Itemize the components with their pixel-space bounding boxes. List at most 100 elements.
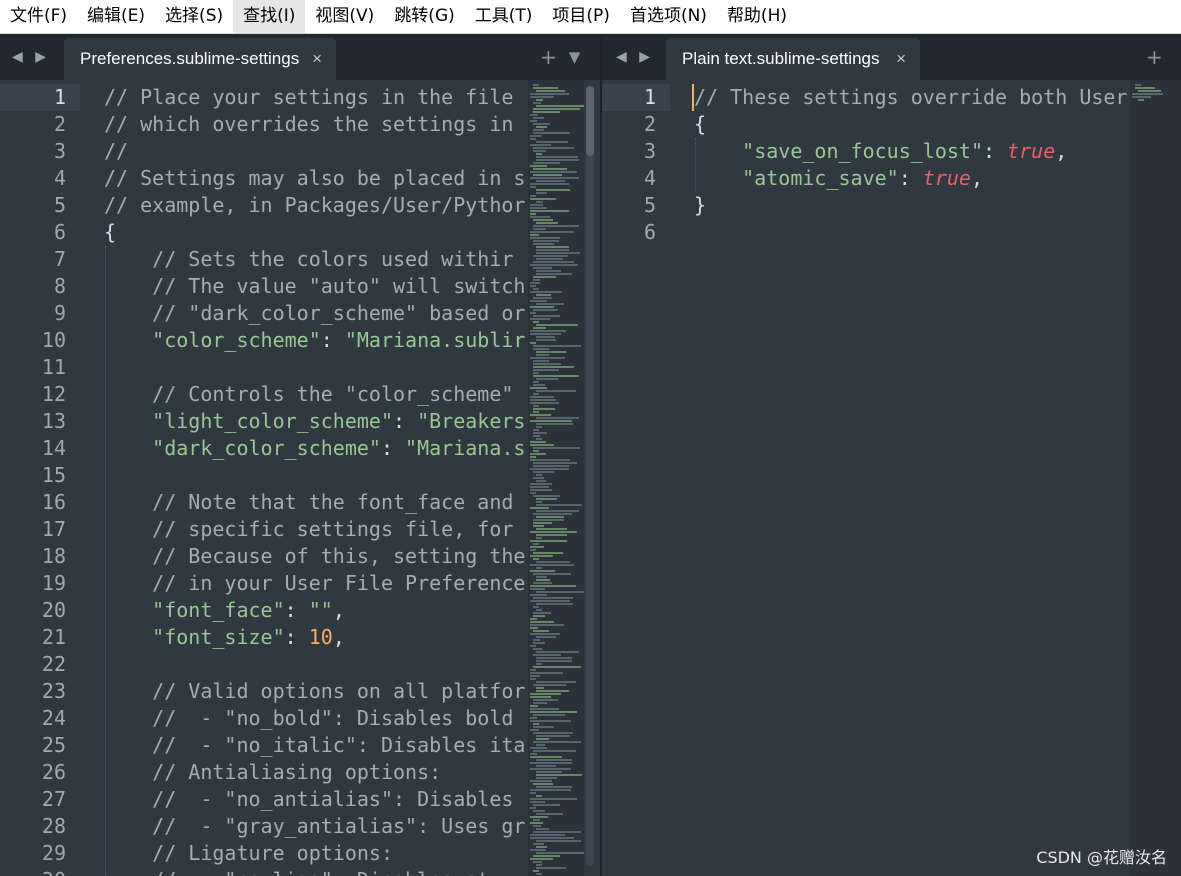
menu-item[interactable]: 文件(F) <box>0 0 77 33</box>
menu-item[interactable]: 帮助(H) <box>717 0 797 33</box>
tab-scroll-arrows-icon[interactable]: ◀ ▶ <box>12 34 50 80</box>
code-line: // Valid options on all platfor <box>104 678 525 705</box>
scrollbar-thumb[interactable] <box>586 86 594 156</box>
minimap-line <box>530 549 536 551</box>
line-number: 15 <box>41 463 66 487</box>
minimap-line <box>530 708 559 710</box>
code-line: // These settings override both User <box>694 84 1127 111</box>
minimap-line <box>530 531 577 533</box>
code-token: { <box>104 220 117 244</box>
new-tab-icon[interactable]: + <box>540 45 557 69</box>
minimap[interactable] <box>528 80 584 876</box>
minimap-line <box>533 408 555 410</box>
code-line: // Sets the colors used withir <box>104 246 513 273</box>
minimap-line <box>536 813 563 815</box>
minimap-line <box>536 153 542 155</box>
minimap-line <box>533 465 569 467</box>
minimap-line <box>530 93 569 95</box>
tab-plain-text[interactable]: Plain text.sublime-settings × <box>666 38 920 80</box>
menu-item[interactable]: 视图(V) <box>305 0 384 33</box>
minimap-line <box>530 570 555 572</box>
minimap-line <box>530 216 550 218</box>
minimap-line <box>536 354 549 356</box>
minimap-line <box>536 687 544 689</box>
code-token: "light_color_scheme" <box>152 409 393 433</box>
minimap-line <box>536 609 542 611</box>
minimap-line <box>536 528 567 530</box>
code-token: "font_size" <box>152 625 285 649</box>
code-line: // Antialiasing options: <box>104 759 441 786</box>
minimap-line <box>536 303 564 305</box>
minimap-line <box>536 339 556 341</box>
minimap-line <box>530 678 536 680</box>
menu-item[interactable]: 项目(P) <box>542 0 620 33</box>
code-line: // specific settings file, for <box>104 516 513 543</box>
code-line: "font_size": 10, <box>104 624 345 651</box>
minimap-line <box>1138 99 1144 101</box>
minimap-line <box>536 690 569 692</box>
minimap-line <box>530 564 574 566</box>
minimap-line <box>533 360 549 362</box>
minimap-line <box>533 243 554 245</box>
tab-preferences[interactable]: Preferences.sublime-settings × <box>64 38 336 80</box>
code-line: "atomic_save": true, <box>694 165 983 192</box>
tab-title: Preferences.sublime-settings <box>80 49 300 68</box>
minimap-line <box>536 738 549 740</box>
minimap-line <box>1132 96 1151 98</box>
tab-scroll-arrows-icon[interactable]: ◀ ▶ <box>616 34 654 80</box>
minimap-line <box>533 714 565 716</box>
code-editor[interactable]: 1 // These settings override both User 2 {3… <box>602 80 1129 876</box>
code-token: , <box>1055 139 1068 163</box>
close-icon[interactable]: × <box>896 49 906 69</box>
minimap-line <box>530 114 538 116</box>
minimap-line <box>533 597 573 599</box>
minimap-line <box>533 831 581 833</box>
code-token: : <box>898 166 923 190</box>
line-number: 2 <box>53 112 66 136</box>
minimap-line <box>530 768 571 770</box>
menu-item[interactable]: 工具(T) <box>465 0 543 33</box>
minimap-line <box>536 273 572 275</box>
code-editor[interactable]: 1 // Place your settings in the file 2 // w… <box>0 80 528 876</box>
minimap-line <box>536 636 556 638</box>
minimap-line <box>530 207 547 209</box>
menu-item[interactable]: 跳转(G) <box>384 0 464 33</box>
editor-pane-right: ◀ ▶ Plain text.sublime-settings × + 1 // … <box>602 34 1181 876</box>
minimap-line <box>536 294 551 296</box>
minimap-line <box>536 324 578 326</box>
menu-item[interactable]: 选择(S) <box>155 0 233 33</box>
minimap-line <box>530 486 549 488</box>
line-number: 18 <box>41 544 66 568</box>
minimap-line <box>530 669 536 671</box>
menu-item[interactable]: 查找(I) <box>233 0 306 33</box>
minimap-line <box>530 849 546 851</box>
minimap-line <box>533 123 550 125</box>
vertical-scrollbar[interactable] <box>586 86 594 866</box>
line-number: 17 <box>41 517 66 541</box>
minimap-line <box>530 507 549 509</box>
line-number: 1 <box>643 85 656 109</box>
minimap-line <box>536 828 549 830</box>
tab-list-icon[interactable]: ▼ <box>569 48 581 66</box>
minimap-line <box>533 630 549 632</box>
minimap-line <box>530 468 569 470</box>
minimap-line <box>533 117 544 119</box>
minimap-line <box>530 705 538 707</box>
minimap-line <box>533 129 544 131</box>
minimap-line <box>536 417 579 419</box>
minimap-line <box>533 150 546 152</box>
minimap-line <box>530 693 561 695</box>
minimap[interactable] <box>1130 80 1181 876</box>
code-line: "light_color_scheme": "Breakers <box>104 408 525 435</box>
menu-item[interactable]: 编辑(E) <box>77 0 155 33</box>
minimap-line <box>533 288 539 290</box>
minimap-line <box>536 351 566 353</box>
minimap-line <box>533 393 539 395</box>
menu-bar: 文件(F) 编辑(E) 选择(S) 查找(I) 视图(V) 跳转(G) 工具(T) 项目(P)… <box>0 0 1181 34</box>
menu-item[interactable]: 首选项(N) <box>620 0 717 33</box>
minimap-line <box>533 225 579 227</box>
close-icon[interactable]: × <box>312 49 322 69</box>
new-tab-icon[interactable]: + <box>1146 45 1163 69</box>
minimap-line <box>530 789 571 791</box>
minimap-line <box>533 447 580 449</box>
